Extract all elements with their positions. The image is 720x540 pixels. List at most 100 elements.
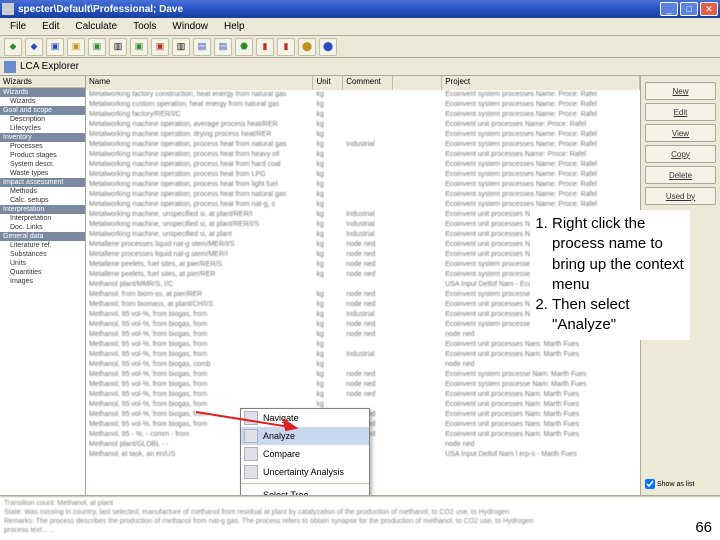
menu-edit[interactable]: Edit (36, 19, 65, 34)
explorer-icon (4, 61, 16, 73)
btn-view[interactable]: View (645, 124, 716, 142)
grid-header: Name Unit Comment Project (86, 76, 640, 90)
toolbar-btn[interactable]: ▤ (214, 38, 232, 56)
page-number: 66 (695, 519, 712, 536)
toolbar-btn[interactable]: ⬤ (319, 38, 337, 56)
btn-usedby[interactable]: Used by (645, 187, 716, 205)
table-row[interactable]: Metalworking machine operation, average … (86, 120, 640, 130)
context-menu-item[interactable]: Compare (241, 445, 369, 463)
menu-icon (244, 429, 258, 443)
menu-file[interactable]: File (4, 19, 32, 34)
menu-window[interactable]: Window (166, 19, 214, 34)
toolbar-btn[interactable]: ▥ (109, 38, 127, 56)
footer-description: Transition count: Methanol, at plantStat… (0, 496, 720, 538)
sidebar-item[interactable]: Quantities (0, 268, 85, 277)
close-button[interactable]: ✕ (700, 2, 718, 16)
maximize-button[interactable]: □ (680, 2, 698, 16)
sidebar-category[interactable]: Impact assessment (0, 178, 85, 187)
toolbar-btn[interactable]: ▮ (256, 38, 274, 56)
table-row[interactable]: Methanol, 95 vol-%, from biogas, combkgn… (86, 360, 640, 370)
explorer-title: LCA Explorer (20, 61, 79, 72)
toolbar-btn[interactable]: ⬣ (235, 38, 253, 56)
table-row[interactable]: Metalworking machine operation, process … (86, 170, 640, 180)
table-row[interactable]: Methanol, 95 vol-%, from biogas, fromkgn… (86, 380, 640, 390)
toolbar-btn[interactable]: ◆ (4, 38, 22, 56)
toolbar-btn[interactable]: ▣ (46, 38, 64, 56)
menu-help[interactable]: Help (218, 19, 251, 34)
menu-tools[interactable]: Tools (127, 19, 162, 34)
sidebar-category[interactable]: Interpretation (0, 205, 85, 214)
sidebar-item[interactable]: Description (0, 115, 85, 124)
sidebar-category[interactable]: Wizards (0, 88, 85, 97)
table-row[interactable]: Metalworking factory/RER/I/CkgEcoinvent … (86, 110, 640, 120)
sidebar-header: Wizards (0, 76, 85, 88)
context-menu[interactable]: NavigateAnalyzeCompareUncertainty Analys… (240, 408, 370, 495)
sidebar-item[interactable]: Images (0, 277, 85, 286)
table-row[interactable]: Metalworking machine operation, process … (86, 190, 640, 200)
menu-icon (244, 465, 258, 479)
table-row[interactable]: Metalworking machine operation, process … (86, 150, 640, 160)
instruction-overlay: Right click the process name to bring up… (530, 210, 690, 340)
sidebar-item[interactable]: Processes (0, 142, 85, 151)
sidebar-item[interactable]: System descr. (0, 160, 85, 169)
toolbar-btn[interactable]: ▣ (130, 38, 148, 56)
table-row[interactable]: Metalworking machine operation, process … (86, 160, 640, 170)
btn-edit[interactable]: Edit (645, 103, 716, 121)
title-bar: specter\Default\Professional; Dave _ □ ✕ (0, 0, 720, 18)
menu-calculate[interactable]: Calculate (69, 19, 123, 34)
window-title: specter\Default\Professional; Dave (18, 4, 660, 15)
sidebar-item[interactable]: Calc. setups (0, 196, 85, 205)
toolbar-btn[interactable]: ▮ (277, 38, 295, 56)
col-unit: Unit (313, 76, 343, 90)
col-comment: Comment (343, 76, 393, 90)
sidebar-item[interactable]: Substances (0, 250, 85, 259)
menu-bar: File Edit Calculate Tools Window Help (0, 18, 720, 36)
table-row[interactable]: Metalworking factory construction, heat … (86, 90, 640, 100)
sidebar-item[interactable]: Doc. Links (0, 223, 85, 232)
sidebar-category[interactable]: Goal and scope (0, 106, 85, 115)
table-row[interactable]: Metalworking machine operation, process … (86, 200, 640, 210)
app-icon (2, 3, 14, 15)
sidebar-item[interactable]: Methods (0, 187, 85, 196)
toolbar-btn[interactable]: ◆ (25, 38, 43, 56)
table-row[interactable]: Methanol, 95 vol-%, from biogas, fromkgn… (86, 390, 640, 400)
table-row[interactable]: Methanol, 95 vol-%, from biogas, fromkgI… (86, 350, 640, 360)
btn-copy[interactable]: Copy (645, 145, 716, 163)
context-menu-item[interactable]: Select Tree (241, 486, 369, 495)
table-row[interactable]: Metalworking machine operation, process … (86, 180, 640, 190)
sidebar-item[interactable]: Lifecycles (0, 124, 85, 133)
sidebar-category[interactable]: General data (0, 232, 85, 241)
table-row[interactable]: Methanol, 95 vol-%, from biogas, fromkgn… (86, 370, 640, 380)
show-as-list-check[interactable]: Show as list (645, 479, 716, 489)
toolbar-btn[interactable]: ▣ (88, 38, 106, 56)
explorer-bar: LCA Explorer (0, 58, 720, 76)
table-row[interactable]: Metalworking machine operation, process … (86, 140, 640, 150)
minimize-button[interactable]: _ (660, 2, 678, 16)
context-menu-item[interactable]: Uncertainty Analysis (241, 463, 369, 481)
sidebar-item[interactable]: Units (0, 259, 85, 268)
sidebar-item[interactable]: Interpretation (0, 214, 85, 223)
menu-icon (244, 411, 258, 425)
sidebar-item[interactable]: Product stages (0, 151, 85, 160)
context-menu-item[interactable]: Analyze (241, 427, 369, 445)
col-project: Project (442, 76, 640, 90)
btn-new[interactable]: New (645, 82, 716, 100)
table-row[interactable]: Metalworking custom operation, heat ener… (86, 100, 640, 110)
toolbar: ◆ ◆ ▣ ▣ ▣ ▥ ▣ ▣ ▥ ▤ ▤ ⬣ ▮ ▮ ⬤ ⬤ (0, 36, 720, 58)
table-row[interactable]: Metalworking machine operation, drying p… (86, 130, 640, 140)
btn-delete[interactable]: Delete (645, 166, 716, 184)
col-blank (393, 76, 443, 90)
toolbar-btn[interactable]: ⬤ (298, 38, 316, 56)
toolbar-btn[interactable]: ▤ (193, 38, 211, 56)
context-menu-item[interactable]: Navigate (241, 409, 369, 427)
toolbar-btn[interactable]: ▣ (151, 38, 169, 56)
toolbar-btn[interactable]: ▣ (67, 38, 85, 56)
sidebar: Wizards WizardsWizardsGoal and scopeDesc… (0, 76, 86, 495)
sidebar-item[interactable]: Wizards (0, 97, 85, 106)
sidebar-item[interactable]: Literature ref. (0, 241, 85, 250)
toolbar-btn[interactable]: ▥ (172, 38, 190, 56)
sidebar-item[interactable]: Waste types (0, 169, 85, 178)
sidebar-category[interactable]: Inventory (0, 133, 85, 142)
table-row[interactable]: Methanol, 95 vol-%, from biogas, fromkgE… (86, 340, 640, 350)
col-name: Name (86, 76, 313, 90)
